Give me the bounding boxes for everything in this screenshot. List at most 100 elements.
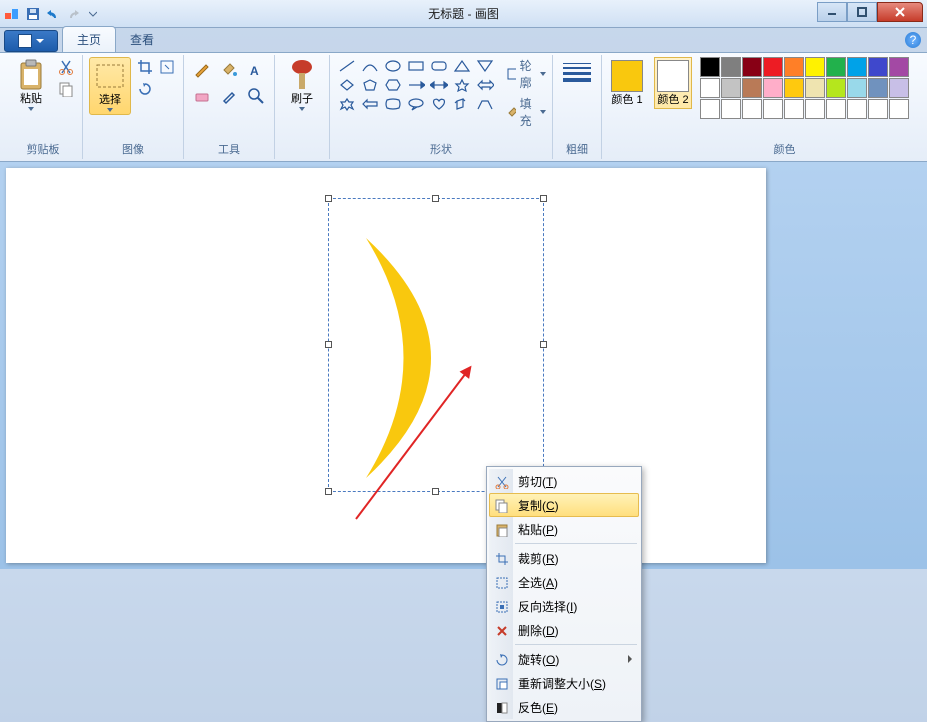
ctx-selectall-label: 全选(A) <box>518 574 558 591</box>
qat-undo[interactable] <box>44 5 62 23</box>
palette-swatch[interactable] <box>889 99 909 119</box>
palette-swatch[interactable] <box>868 99 888 119</box>
magnifier-tool[interactable] <box>244 84 268 108</box>
palette-swatch[interactable] <box>784 99 804 119</box>
scissors-icon <box>494 474 510 490</box>
context-menu: 剪切(T) 复制(C) 粘贴(P) 裁剪(R) 全选(A) 反向选择(I) 删除… <box>486 466 642 722</box>
help-button[interactable]: ? <box>905 32 921 48</box>
canvas[interactable] <box>6 168 766 563</box>
palette-swatch[interactable] <box>721 99 741 119</box>
svg-text:A: A <box>250 64 259 78</box>
group-clipboard: 粘贴 剪贴板 <box>4 55 83 159</box>
maximize-button[interactable] <box>847 2 877 22</box>
clipboard-icon <box>15 59 47 91</box>
ctx-invertcolor[interactable]: 反色(E) <box>489 695 639 719</box>
close-button[interactable] <box>877 2 923 22</box>
invertcolor-icon <box>494 700 510 716</box>
palette-swatch[interactable] <box>763 99 783 119</box>
palette-swatch[interactable] <box>847 99 867 119</box>
invert-icon <box>494 599 510 615</box>
palette-swatch[interactable] <box>742 78 762 98</box>
shape-fill[interactable]: 填充 <box>506 95 546 129</box>
palette-swatch[interactable] <box>721 78 741 98</box>
palette-swatch[interactable] <box>805 99 825 119</box>
handle-n[interactable] <box>432 195 439 202</box>
resize-button[interactable] <box>157 57 177 77</box>
selection-rect[interactable] <box>328 198 544 492</box>
palette-swatch[interactable] <box>868 57 888 77</box>
brushes-button[interactable]: 刷子 <box>281 57 323 113</box>
ctx-rotate-label: 旋转(O) <box>518 651 559 668</box>
palette-swatch[interactable] <box>721 57 741 77</box>
minimize-button[interactable] <box>817 2 847 22</box>
brush-icon <box>286 59 318 91</box>
window-title: 无标题 - 画图 <box>110 5 817 22</box>
size-button[interactable] <box>559 57 595 82</box>
ctx-crop[interactable]: 裁剪(R) <box>489 546 639 570</box>
ctx-invert[interactable]: 反向选择(I) <box>489 594 639 618</box>
qat-dropdown[interactable] <box>84 5 102 23</box>
qat-redo[interactable] <box>64 5 82 23</box>
palette-swatch[interactable] <box>700 57 720 77</box>
eraser-tool[interactable] <box>190 84 214 108</box>
palette-swatch[interactable] <box>742 99 762 119</box>
ctx-copy-label: 复制(C) <box>518 497 559 514</box>
palette-swatch[interactable] <box>826 99 846 119</box>
palette-swatch[interactable] <box>889 78 909 98</box>
ctx-delete[interactable]: 删除(D) <box>489 618 639 642</box>
app-icon <box>4 6 20 22</box>
quick-access-toolbar <box>24 5 102 23</box>
palette-swatch[interactable] <box>742 57 762 77</box>
ctx-copy[interactable]: 复制(C) <box>489 493 639 517</box>
qat-save[interactable] <box>24 5 42 23</box>
tab-home[interactable]: 主页 <box>62 26 116 52</box>
tab-view[interactable]: 查看 <box>116 27 168 52</box>
select-button[interactable]: 选择 <box>89 57 131 115</box>
cut-button[interactable] <box>56 57 76 77</box>
ribbon-tabs: 主页 查看 ? <box>0 28 927 52</box>
palette-swatch[interactable] <box>763 78 783 98</box>
ctx-rotate[interactable]: 旋转(O) <box>489 647 639 671</box>
shape-outline[interactable]: 轮廓 <box>506 57 546 91</box>
handle-s[interactable] <box>432 488 439 495</box>
palette-swatch[interactable] <box>889 57 909 77</box>
copy-button[interactable] <box>56 79 76 99</box>
palette-swatch[interactable] <box>784 57 804 77</box>
handle-ne[interactable] <box>540 195 547 202</box>
palette-swatch[interactable] <box>784 78 804 98</box>
rotate-button[interactable] <box>135 79 155 99</box>
paste-button[interactable]: 粘贴 <box>10 57 52 113</box>
palette-swatch[interactable] <box>805 78 825 98</box>
color-2[interactable]: 颜色 2 <box>654 57 692 109</box>
ctx-selectall[interactable]: 全选(A) <box>489 570 639 594</box>
palette-swatch[interactable] <box>826 57 846 77</box>
palette-swatch[interactable] <box>826 78 846 98</box>
color-1-swatch <box>611 60 643 92</box>
ctx-resize[interactable]: 重新调整大小(S) <box>489 671 639 695</box>
color-1[interactable]: 颜色 1 <box>608 57 646 109</box>
palette-swatch[interactable] <box>847 78 867 98</box>
palette-swatch[interactable] <box>805 57 825 77</box>
group-size: 粗细 <box>553 55 602 159</box>
palette-swatch[interactable] <box>868 78 888 98</box>
pencil-tool[interactable] <box>190 57 214 81</box>
crop-button[interactable] <box>135 57 155 77</box>
handle-e[interactable] <box>540 341 547 348</box>
ctx-paste[interactable]: 粘贴(P) <box>489 517 639 541</box>
palette-swatch[interactable] <box>700 99 720 119</box>
file-menu-button[interactable] <box>4 30 58 52</box>
fill-tool[interactable] <box>217 57 241 81</box>
handle-sw[interactable] <box>325 488 332 495</box>
palette-swatch[interactable] <box>700 78 720 98</box>
palette-swatch[interactable] <box>847 57 867 77</box>
shape-gallery[interactable] <box>336 57 496 113</box>
palette-swatch[interactable] <box>763 57 783 77</box>
copy-icon <box>494 498 510 514</box>
group-shapes: 轮廓 填充 形状 <box>330 55 553 159</box>
ctx-cut[interactable]: 剪切(T) <box>489 469 639 493</box>
color-palette[interactable] <box>700 57 909 119</box>
picker-tool[interactable] <box>217 84 241 108</box>
handle-nw[interactable] <box>325 195 332 202</box>
text-tool[interactable]: A <box>244 57 268 81</box>
handle-w[interactable] <box>325 341 332 348</box>
